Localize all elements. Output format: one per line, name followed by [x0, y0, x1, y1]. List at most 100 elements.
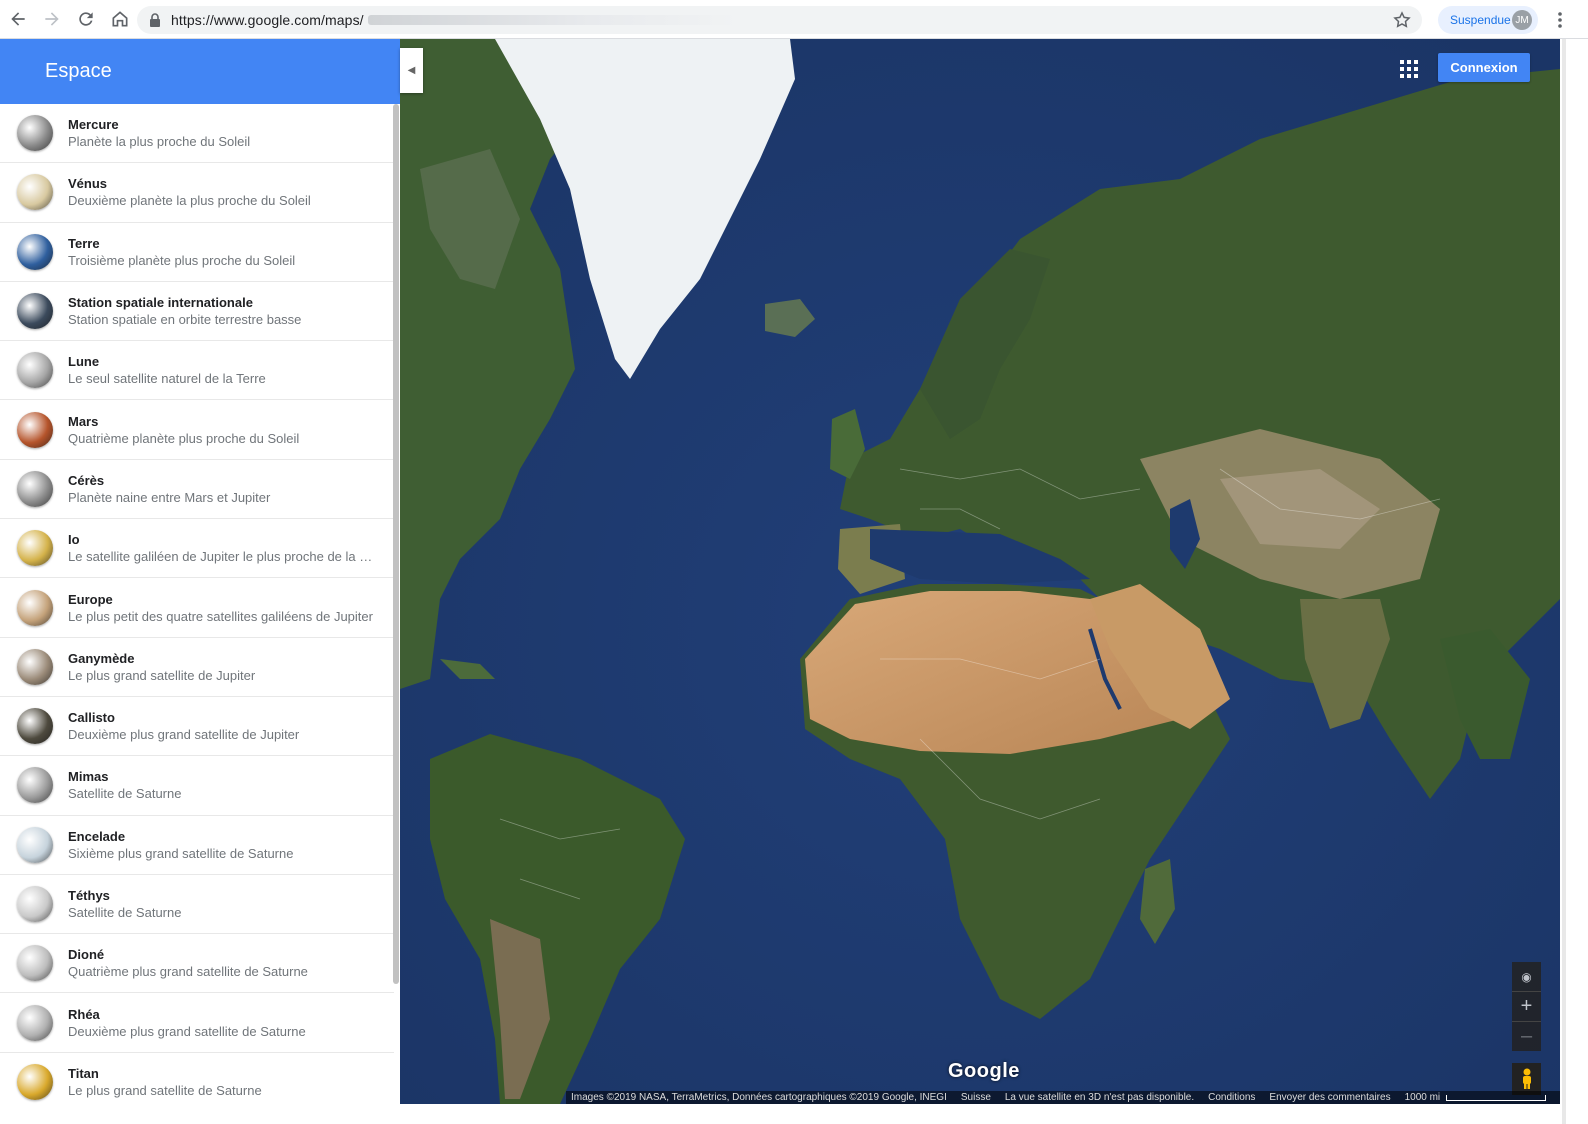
profile-chip[interactable]: Suspendue JM — [1438, 6, 1538, 34]
map-controls: ◉ + – — [1512, 962, 1541, 1100]
body-description: Sixième plus grand satellite de Saturne — [68, 845, 294, 861]
zoom-out-button[interactable]: – — [1512, 1022, 1541, 1051]
list-item[interactable]: Dioné Quatrième plus grand satellite de S… — [0, 934, 394, 994]
list-item-texts: Europe Le plus petit des quatre satellite… — [68, 591, 378, 625]
body-name: Rhéa — [68, 1006, 100, 1022]
my-location-icon[interactable]: ◉ — [1512, 962, 1541, 991]
planet-thumbnail — [17, 826, 53, 863]
sign-in-button[interactable]: Connexion — [1438, 53, 1530, 82]
planet-thumbnail — [17, 1063, 53, 1100]
bottom-edge — [0, 1104, 1560, 1124]
reload-icon[interactable] — [70, 3, 102, 35]
planet-thumbnail — [17, 115, 53, 152]
scrollbar-track — [1562, 39, 1566, 1124]
list-item-texts: Station spatiale internationale Station s… — [68, 294, 378, 328]
body-description: Quatrième plus grand satellite de Saturn… — [68, 964, 308, 980]
planet-thumbnail — [17, 767, 53, 804]
list-item[interactable]: Cérès Planète naine entre Mars et Jupiter — [0, 460, 394, 520]
list-item[interactable]: Terre Troisième planète plus proche du So… — [0, 223, 394, 282]
list-item-texts: Cérès Planète naine entre Mars et Jupiter — [68, 472, 378, 506]
body-name: Callisto — [68, 710, 115, 726]
list-item[interactable]: Ganymède Le plus grand satellite de Jupit… — [0, 638, 394, 697]
list-item[interactable]: Callisto Deuxième plus grand satellite de… — [0, 697, 394, 757]
body-name: Lune — [68, 354, 100, 370]
list-item[interactable]: Io Le satellite galiléen de Jupiter le pl… — [0, 519, 394, 579]
planet-thumbnail — [17, 886, 53, 922]
planet-thumbnail — [17, 411, 53, 448]
planet-thumbnail — [17, 293, 53, 330]
planet-thumbnail — [17, 945, 53, 982]
body-description: Satellite de Saturne — [68, 905, 182, 920]
list-item-texts: Titan Le plus grand satellite de Saturne — [68, 1065, 378, 1099]
body-description: Satellite de Saturne — [68, 786, 182, 802]
list-item[interactable]: Lune Le seul satellite naturel de la Terr… — [0, 341, 394, 401]
google-logo: Google — [948, 1060, 1020, 1082]
body-description: Le plus grand satellite de Jupiter — [68, 667, 256, 683]
body-name: Terre — [68, 235, 100, 251]
body-name: Station spatiale internationale — [68, 295, 253, 311]
list-item[interactable]: Encelade Sixième plus grand satellite de … — [0, 816, 394, 875]
body-name: Cérès — [68, 472, 105, 488]
zoom-in-button[interactable]: + — [1512, 992, 1541, 1021]
body-description: Deuxième planète la plus proche du Solei… — [68, 193, 311, 209]
list-item-texts: Terre Troisième planète plus proche du So… — [68, 235, 378, 269]
planet-thumbnail — [17, 530, 53, 567]
back-arrow-icon[interactable] — [2, 3, 34, 35]
list-item[interactable]: Vénus Deuxième planète la plus proche du … — [0, 163, 394, 223]
list-item-texts: Mercure Planète la plus proche du Soleil — [68, 116, 378, 150]
address-bar[interactable]: https://www.google.com/maps/ — [137, 6, 1422, 34]
list-item-texts: Encelade Sixième plus grand satellite de … — [68, 828, 378, 862]
body-name: Mercure — [68, 117, 119, 133]
body-description: Planète naine entre Mars et Jupiter — [68, 489, 271, 505]
url-text: https://www.google.com/maps/ — [171, 12, 364, 28]
google-apps-grid-icon[interactable] — [1397, 57, 1421, 81]
body-name: Dioné — [68, 947, 105, 963]
planet-thumbnail — [17, 470, 53, 507]
bookmark-star-icon[interactable] — [1392, 10, 1412, 30]
body-name: Mimas — [68, 769, 109, 785]
celestial-body-list: Mercure Planète la plus proche du Soleil V… — [0, 104, 400, 1113]
scale-bar — [1446, 1094, 1546, 1101]
list-item-texts: Io Le satellite galiléen de Jupiter le pl… — [68, 531, 378, 565]
body-name: Ganymède — [68, 650, 135, 666]
list-item[interactable]: Téthys Satellite de Saturne — [0, 875, 394, 935]
list-item[interactable]: Mimas Satellite de Saturne — [0, 756, 394, 816]
browser-toolbar: https://www.google.com/maps/ Suspendue J… — [0, 0, 1588, 39]
planet-thumbnail — [17, 174, 53, 211]
page-scrollbar[interactable] — [1560, 39, 1588, 1124]
satellite-map[interactable] — [400, 39, 1560, 1104]
body-name: Io — [68, 532, 80, 548]
sidebar-header: Espace — [0, 39, 400, 104]
list-item-texts: Vénus Deuxième planète la plus proche du … — [68, 175, 378, 209]
list-item[interactable]: Rhéa Deuxième plus grand satellite de Sat… — [0, 993, 394, 1053]
list-item[interactable]: Mercure Planète la plus proche du Soleil — [0, 104, 394, 164]
list-item-texts: Téthys Satellite de Saturne — [68, 887, 378, 921]
body-name: Europe — [68, 591, 113, 607]
planet-thumbnail — [17, 352, 53, 389]
sidebar-title: Espace — [45, 60, 112, 82]
body-name: Vénus — [68, 176, 108, 192]
list-item-texts: Rhéa Deuxième plus grand satellite de Sat… — [68, 1006, 378, 1040]
profile-status-label: Suspendue — [1450, 13, 1511, 27]
collapse-sidebar-button[interactable]: ◀ — [400, 48, 423, 93]
avatar: JM — [1512, 10, 1532, 30]
feedback-link[interactable]: Envoyer des commentaires — [1269, 1092, 1390, 1103]
scale-label[interactable]: 1000 mi — [1405, 1092, 1441, 1103]
region-link[interactable]: Suisse — [961, 1092, 991, 1103]
body-name: Téthys — [68, 888, 110, 903]
body-description: Le plus grand satellite de Saturne — [68, 1082, 262, 1098]
list-item[interactable]: Mars Quatrième planète plus proche du Sol… — [0, 400, 394, 460]
body-description: Deuxième plus grand satellite de Saturne — [68, 1023, 306, 1039]
kebab-menu-icon[interactable] — [1548, 8, 1572, 32]
caret-left-icon: ◀ — [407, 65, 416, 76]
sidebar-scrollbar[interactable] — [393, 104, 399, 984]
home-icon[interactable] — [104, 3, 136, 35]
terms-link[interactable]: Conditions — [1208, 1092, 1255, 1103]
forward-arrow-icon[interactable] — [36, 3, 68, 35]
space-sidebar: Espace Mercure Planète la plus proche du … — [0, 39, 400, 1124]
url-redacted-part — [367, 15, 738, 25]
body-name: Encelade — [68, 828, 126, 844]
list-item[interactable]: Station spatiale internationale Station s… — [0, 282, 394, 342]
list-item[interactable]: Europe Le plus petit des quatre satellite… — [0, 578, 394, 638]
body-name: Titan — [68, 1065, 99, 1081]
